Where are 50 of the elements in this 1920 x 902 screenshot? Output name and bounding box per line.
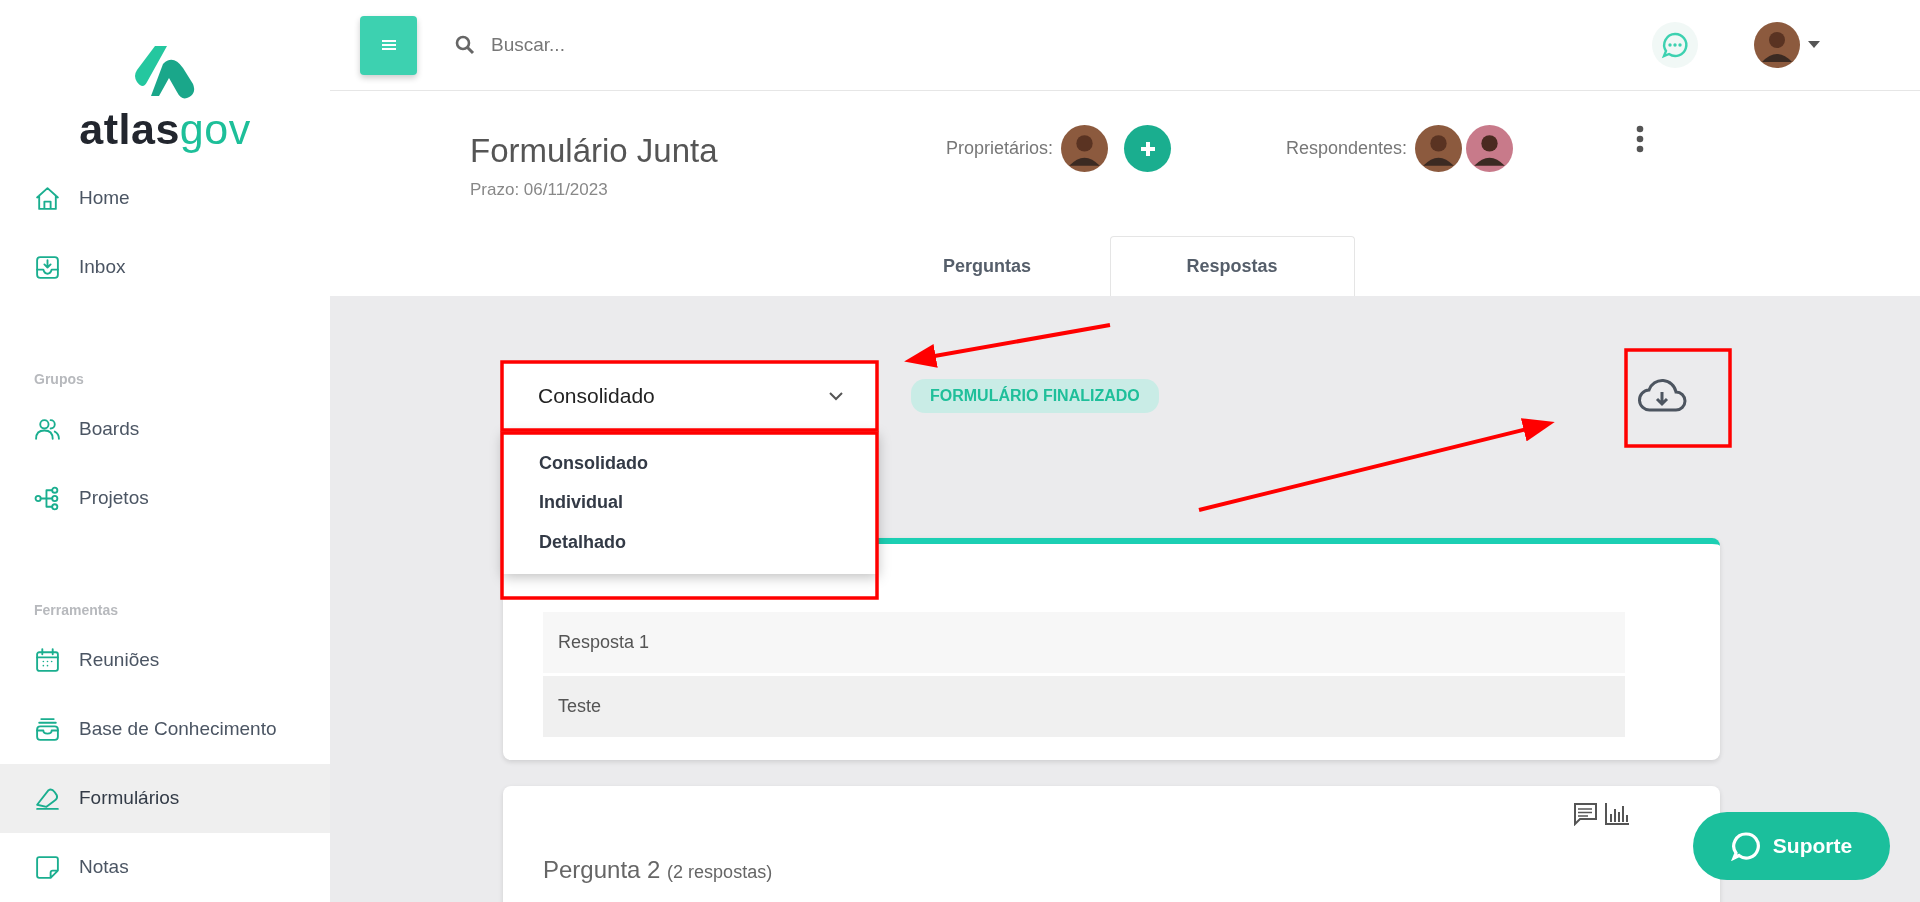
- sidebar-item[interactable]: Projetos: [0, 464, 330, 533]
- more-options-icon[interactable]: [1636, 125, 1644, 153]
- response-count: (2 respostas): [667, 862, 773, 882]
- form-title: Formulário Junta: [470, 131, 719, 171]
- sidebar-item[interactable]: Boards: [0, 395, 330, 464]
- deadline-text: Prazo: 06/11/2023: [470, 178, 609, 201]
- sidebar-item[interactable]: Formulários: [0, 764, 330, 833]
- sidebar-item[interactable]: Reuniões: [0, 626, 330, 695]
- question-title: Pergunta 2: [543, 856, 661, 883]
- add-owner-button[interactable]: [1124, 125, 1172, 172]
- answer-row: Resposta 1: [543, 612, 1625, 673]
- answer-row: Teste: [543, 676, 1625, 737]
- people-icon: [34, 416, 61, 443]
- section-heading: Grupos: [33, 370, 85, 389]
- tab[interactable]: Respostas: [1109, 236, 1355, 296]
- brand-name: atlasgov: [79, 108, 251, 151]
- caret-icon[interactable]: [1808, 41, 1820, 49]
- plus-icon: [1139, 140, 1156, 157]
- sidebar-item[interactable]: Base de Conhecimento: [0, 695, 330, 764]
- search-field[interactable]: Buscar...: [489, 29, 889, 61]
- user-avatar: [1061, 125, 1109, 172]
- sidebar-item[interactable]: Inbox: [0, 233, 330, 302]
- archive-icon: [34, 716, 61, 743]
- hierarchy-icon: [34, 485, 61, 512]
- calendar-icon: [34, 647, 61, 674]
- dropdown-option[interactable]: Consolidado: [503, 444, 878, 484]
- owners-label: Proprietários:: [946, 137, 1054, 160]
- dropdown-option[interactable]: Detalhado: [503, 522, 878, 563]
- section-heading: Ferramentas: [33, 601, 120, 620]
- inbox-icon: [34, 254, 61, 281]
- note-icon: [34, 854, 61, 881]
- logo-icon: [133, 44, 197, 100]
- sidebar-item[interactable]: Home: [0, 164, 330, 233]
- search-icon: [455, 35, 475, 55]
- chat-icon: [1730, 831, 1761, 861]
- chart-icon[interactable]: [1604, 802, 1630, 826]
- tab[interactable]: Perguntas: [864, 236, 1110, 296]
- comments-icon[interactable]: [1572, 802, 1598, 826]
- chat-icon: [1661, 31, 1689, 59]
- chevron-icon: [829, 391, 843, 401]
- user-avatar: [1466, 125, 1514, 172]
- sidebar-item[interactable]: Notas: [0, 833, 330, 902]
- user-avatar[interactable]: [1754, 22, 1800, 68]
- respondents-label: Respondentes:: [1286, 137, 1408, 160]
- dropdown-option[interactable]: Individual: [503, 483, 878, 523]
- status-badge: FORMULÁRIO FINALIZADO: [911, 379, 1159, 413]
- home-icon: [34, 185, 61, 212]
- user-avatar: [1415, 125, 1463, 172]
- menu-icon: [381, 39, 396, 51]
- view-select[interactable]: Consolidado: [503, 362, 878, 430]
